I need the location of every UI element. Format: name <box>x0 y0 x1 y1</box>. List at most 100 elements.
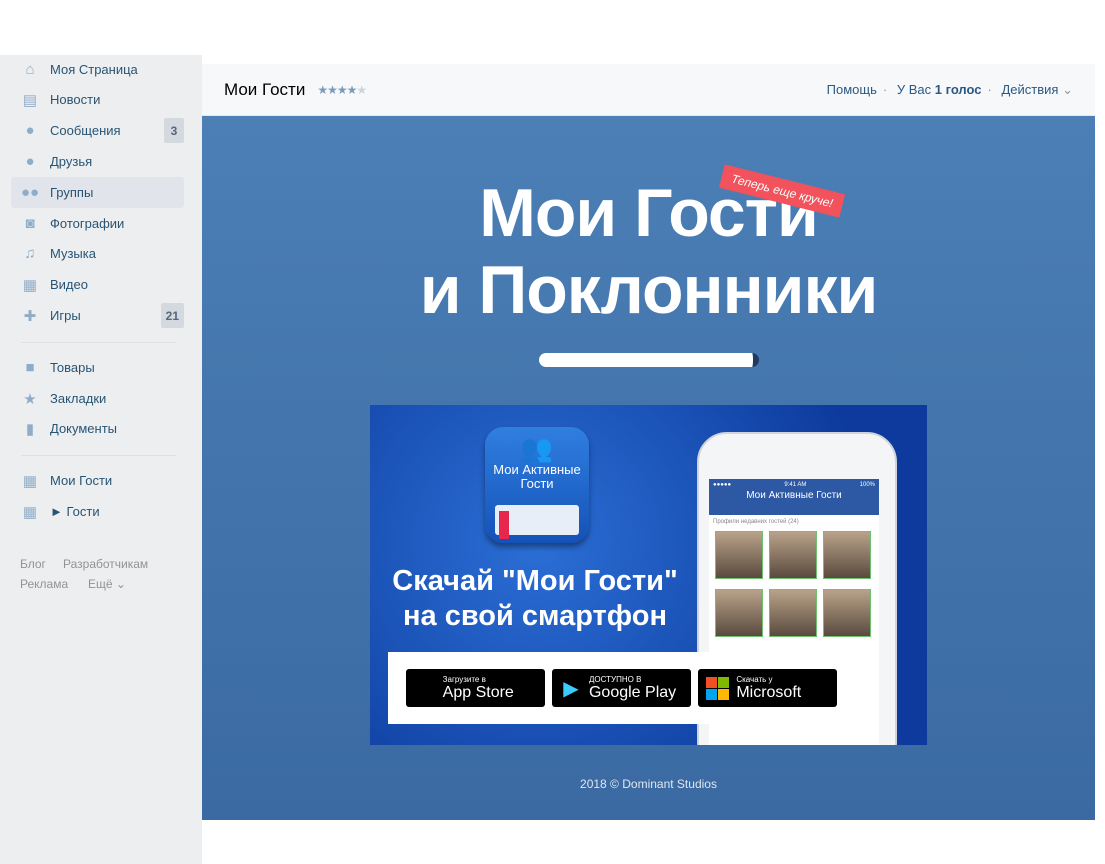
document-icon: ▮ <box>25 420 35 438</box>
loading-progress-bar <box>539 353 759 367</box>
sidebar-item-messages[interactable]: ● Сообщения 3 <box>11 115 184 146</box>
screen-subtitle: Профили недавних гостей (24) <box>713 519 799 525</box>
label: Группы <box>50 185 94 200</box>
store-small: Загрузите в <box>442 675 486 684</box>
label: ► Гости <box>50 504 100 519</box>
microsoft-store-button[interactable]: Скачать у Microsoft <box>698 669 838 707</box>
app-store-button[interactable]: Загрузите в App Store <box>405 669 545 707</box>
sidebar-item-friends[interactable]: ● Друзья <box>11 146 184 177</box>
label: Сообщения <box>50 123 121 138</box>
ad-headline-1: Скачай "Мои Гости" <box>392 565 678 597</box>
footer-more-link[interactable]: Ещё ⌄ <box>88 577 126 591</box>
sidebar-item-my-guests[interactable]: ▦ Мои Гости <box>11 465 184 496</box>
groups-icon: ●● <box>20 184 40 201</box>
screen-time: 9:41 AM <box>784 482 807 488</box>
sidebar-item-my-page[interactable]: ⌂ Моя Страница <box>11 54 184 85</box>
app-icon: 👥 Мои Активные Гости <box>485 427 589 543</box>
profile-photo <box>769 531 817 579</box>
label: Друзья <box>50 154 93 169</box>
google-play-icon: ▶ <box>563 677 579 700</box>
sidebar-item-documents[interactable]: ▮ Документы <box>11 413 184 444</box>
votes-link[interactable]: У Вас 1 голос <box>897 82 982 97</box>
chevron-down-icon: ⌄ <box>1062 81 1073 97</box>
home-icon: ⌂ <box>25 61 35 78</box>
download-ad[interactable]: 👥 Мои Активные Гости Скачай "Мои Гости" … <box>370 405 927 745</box>
footer-blog-link[interactable]: Блог <box>20 557 46 571</box>
footer-ads-link[interactable]: Реклама <box>20 577 68 591</box>
music-icon: ♫ <box>24 245 36 262</box>
app-banner: Мои Гости и Поклонники Теперь еще круче!… <box>202 116 1095 820</box>
help-link[interactable]: Помощь <box>827 82 877 97</box>
sidebar-item-games[interactable]: ✚ Игры 21 <box>11 300 184 331</box>
divider <box>21 342 176 343</box>
signal-icon: ●●●●● <box>713 482 732 488</box>
gamepad-icon: ✚ <box>23 307 37 325</box>
profile-photo <box>823 531 871 579</box>
screen-battery: 100% <box>859 482 875 488</box>
phone-status-bar: ●●●●● 9:41 AM 100% <box>709 479 879 490</box>
messages-icon: ● <box>25 122 35 139</box>
bag-icon: ■ <box>25 359 35 376</box>
messages-badge: 3 <box>164 118 184 143</box>
sidebar-item-music[interactable]: ♫ Музыка <box>11 238 184 269</box>
divider <box>21 455 176 456</box>
store-big: Microsoft <box>736 684 802 701</box>
microsoft-icon <box>706 676 730 700</box>
sidebar-item-groups[interactable]: ●● Группы <box>11 177 184 208</box>
actions-menu[interactable]: Действия ⌄ <box>1002 82 1074 97</box>
people-icon: 👥 <box>520 433 554 463</box>
label: Фотографии <box>50 216 125 231</box>
banner-title-line2: и Поклонники <box>419 252 879 328</box>
profile-photo <box>715 531 763 579</box>
profile-photo <box>823 589 871 637</box>
store-big: App Store <box>442 684 514 701</box>
friends-icon: ● <box>25 153 35 170</box>
sidebar-item-guests[interactable]: ▦ ► Гости <box>11 496 184 527</box>
label: Мои Гости <box>50 473 113 488</box>
video-icon: ▦ <box>22 276 38 294</box>
label: Музыка <box>50 246 96 261</box>
app-panel: Мои Гости ★★★★★ Помощь · У Вас 1 голос · Д… <box>202 64 1095 864</box>
games-badge: 21 <box>160 303 184 328</box>
store-small: ДОСТУПНО В <box>588 675 642 684</box>
banner-title-line1: Мои Гости <box>479 175 819 251</box>
star-icon: ★ <box>23 390 37 408</box>
app-title: Мои Гости <box>224 79 306 99</box>
bookmark-icon <box>499 511 509 539</box>
store-buttons: Загрузите в App Store ▶ ДОСТУПНО В Google P… <box>388 652 855 724</box>
sidebar-item-video[interactable]: ▦ Видео <box>11 269 184 300</box>
footer-developers-link[interactable]: Разработчикам <box>63 557 148 571</box>
screen-title: Мои Активные Гости <box>746 490 842 501</box>
news-icon: ▤ <box>22 91 38 109</box>
app-grid-icon: ▦ <box>22 503 38 521</box>
profile-photo <box>715 589 763 637</box>
more-label: Ещё <box>88 577 113 591</box>
votes-count: 1 голос <box>934 81 982 97</box>
label: Видео <box>50 277 88 292</box>
google-play-button[interactable]: ▶ ДОСТУПНО В Google Play <box>551 669 691 707</box>
label: Моя Страница <box>50 62 138 77</box>
label: Новости <box>50 92 101 107</box>
actions-label: Действия <box>1001 81 1059 97</box>
copyright: 2018 © Dominant Studios <box>580 777 717 791</box>
label: Игры <box>50 308 81 323</box>
votes-prefix: У Вас <box>896 81 932 97</box>
camera-icon: ◙ <box>25 215 35 232</box>
chevron-down-icon: ⌄ <box>115 577 126 591</box>
ad-headline-2: на свой смартфон <box>403 600 667 632</box>
sidebar-item-photos[interactable]: ◙ Фотографии <box>11 208 184 239</box>
app-icon-label: Мои Активные Гости <box>493 462 581 491</box>
profile-photo <box>769 589 817 637</box>
app-grid-icon: ▦ <box>22 472 38 490</box>
app-header: Мои Гости ★★★★★ Помощь · У Вас 1 голос · Д… <box>202 64 1095 116</box>
sidebar-item-bookmarks[interactable]: ★ Закладки <box>11 383 184 414</box>
sidebar: ⌂ Моя Страница ▤ Новости ● Сообщения 3 ● Друз… <box>0 55 202 864</box>
sidebar-item-market[interactable]: ■ Товары <box>11 352 184 383</box>
sidebar-item-news[interactable]: ▤ Новости <box>11 84 184 115</box>
store-big: Google Play <box>588 684 677 701</box>
label: Товары <box>50 360 95 375</box>
store-small: Скачать у <box>736 675 773 684</box>
rating-stars: ★★★★★ <box>317 82 367 97</box>
label: Закладки <box>50 391 107 406</box>
label: Документы <box>50 421 118 436</box>
